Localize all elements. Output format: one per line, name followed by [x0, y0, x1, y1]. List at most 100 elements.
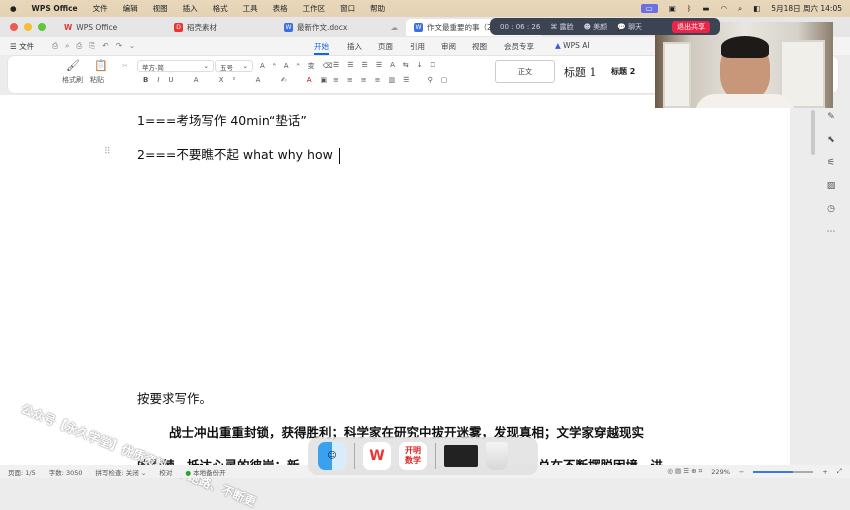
clock[interactable]: 5月18日 周六 14:05	[771, 3, 842, 14]
tab-view[interactable]: 视图	[472, 41, 487, 52]
person-shirt	[695, 94, 795, 108]
zoom-out-button[interactable]: −	[739, 468, 744, 476]
file-menu-button[interactable]: ☰ 文件	[10, 41, 34, 52]
backup-status-icon: ●	[185, 468, 191, 477]
page-count[interactable]: 页面: 1/5	[8, 467, 36, 477]
bluetooth-icon[interactable]: ᛒ	[687, 4, 692, 13]
style-heading1[interactable]: 标题 1	[564, 64, 597, 80]
view-mode-icons[interactable]: ◎ ▤ ☰ ⊕ ⌗	[667, 467, 702, 476]
menu-workspace[interactable]: 工作区	[303, 3, 326, 14]
doc-line-2[interactable]: 2===不要瞧不起 what why how	[137, 144, 341, 164]
select-icon[interactable]: ⬉	[827, 135, 835, 145]
align-icons[interactable]: ≡≡≡≡▥☰ ⚲▢	[333, 76, 455, 84]
chat-button[interactable]: 💬 聊天	[617, 22, 642, 32]
beauty-button[interactable]: ☻ 美颜	[584, 22, 608, 32]
menu-view[interactable]: 视图	[153, 3, 168, 14]
doc-line-3[interactable]: 按要求写作。	[137, 388, 212, 407]
apple-icon[interactable]: ●	[10, 4, 17, 13]
tab-home[interactable]: 开始	[314, 41, 329, 55]
local-backup[interactable]: ● 本地备份开	[185, 467, 225, 477]
drag-handle-icon[interactable]: ⠿	[104, 147, 111, 157]
zoom-level[interactable]: 229%	[711, 468, 730, 476]
history-icon[interactable]: ◷	[827, 204, 835, 214]
close-window-button[interactable]	[10, 23, 18, 31]
format-painter-button[interactable]: 格式刷	[62, 75, 83, 85]
search-icon[interactable]: ⌕	[738, 4, 742, 14]
menu-window[interactable]: 窗口	[340, 3, 355, 14]
person-hair	[721, 36, 769, 58]
exit-share-button[interactable]: 退出共享	[672, 20, 710, 33]
screen-share-icon[interactable]: ▭	[640, 4, 658, 13]
more-icon[interactable]: ⋯	[827, 227, 836, 237]
control-center-icon[interactable]: ◧	[753, 4, 760, 13]
word-doc-icon: W	[284, 22, 293, 32]
tab-latest-essay[interactable]: W 最新作文.docx ☁	[276, 19, 406, 36]
doc-line-1[interactable]: 1===考场写作 40min“垫话”	[137, 110, 307, 129]
menu-tools[interactable]: 工具	[243, 3, 258, 14]
paste-icon: 📋	[94, 59, 108, 72]
docer-icon: D	[174, 22, 183, 32]
menu-help[interactable]: 帮助	[370, 3, 385, 14]
style-heading2[interactable]: 标题 2	[611, 66, 635, 77]
settings-sliders-icon[interactable]: ⚟	[827, 158, 835, 168]
menu-format[interactable]: 格式	[213, 3, 228, 14]
document-page[interactable]: 1===考场写作 40min“垫话” ⠿ 2===不要瞧不起 what why …	[0, 95, 790, 473]
wps-tray-icon[interactable]: ▣	[669, 4, 676, 13]
menu-insert[interactable]: 插入	[183, 3, 198, 14]
word-count[interactable]: 字数: 3050	[49, 467, 83, 477]
font-size-select[interactable]: 五号 ⌄	[215, 60, 253, 72]
zoom-slider[interactable]	[753, 470, 814, 473]
edit-icon[interactable]: ✎	[827, 112, 835, 122]
style-normal[interactable]: 正文	[495, 60, 555, 83]
tab-page[interactable]: 页面	[378, 41, 393, 52]
proofread[interactable]: 校对	[159, 467, 172, 477]
menu-bar: ● WPS Office 文件 编辑 视图 插入 格式 工具 表格 工作区 窗口…	[0, 0, 850, 17]
cloud-icon: ☁	[390, 22, 399, 32]
vertical-scrollbar[interactable]	[811, 110, 815, 155]
minimize-window-button[interactable]	[24, 23, 32, 31]
tab-wps-ai[interactable]: ▲ WPS AI	[555, 41, 590, 50]
battery-icon[interactable]: ▬	[702, 4, 709, 13]
bookshelf	[663, 42, 691, 108]
wps-app-icon[interactable]: W	[363, 442, 391, 470]
tab-review[interactable]: 审阅	[441, 41, 456, 52]
kaiming-math-app-icon[interactable]: 开明 数学	[399, 442, 427, 470]
window-thumbnail-icon[interactable]	[444, 445, 478, 467]
image-icon[interactable]: ▨	[827, 181, 836, 191]
tab-reference[interactable]: 引用	[410, 41, 425, 52]
tab-member[interactable]: 会员专享	[504, 41, 534, 52]
meeting-toolbar: 00 : 06 : 26 ⌘ 露脸 ☻ 美颜 💬 聊天 退出共享	[490, 18, 720, 35]
dock-separator	[354, 443, 355, 469]
wps-logo-icon: W	[64, 22, 73, 32]
font-tools-icons[interactable]: AᴬAᴬ变⌫	[260, 61, 341, 71]
tab-wps-office[interactable]: W WPS Office	[56, 19, 166, 36]
menu-table[interactable]: 表格	[273, 3, 288, 14]
dock: ☺ W 开明 数学	[308, 437, 538, 475]
font-family-select[interactable]: 苹方-简 ⌄	[137, 60, 214, 72]
finder-icon[interactable]: ☺	[318, 442, 346, 470]
spell-check[interactable]: 拼写检查: 关闭 ⌄	[96, 467, 147, 477]
tab-insert[interactable]: 插入	[347, 41, 362, 52]
dock-separator	[435, 443, 436, 469]
tab-docer[interactable]: D 稻壳素材	[166, 19, 276, 36]
menu-file[interactable]: 文件	[93, 3, 108, 14]
format-painter-icon: 🖌	[66, 59, 80, 72]
show-face-button[interactable]: ⌘ 露脸	[550, 22, 573, 32]
app-menu[interactable]: WPS Office	[32, 4, 78, 13]
fullscreen-icon[interactable]: ⤢	[837, 467, 842, 476]
quick-access-icons[interactable]: ⎙⌕⎙⎘↶↷⌄	[52, 41, 142, 51]
menu-edit[interactable]: 编辑	[123, 3, 138, 14]
text-cursor	[338, 147, 341, 164]
right-sidebar: ✎ ⬉ ⚟ ▨ ◷ ⋯	[820, 112, 842, 237]
cut-icon[interactable]: ✂	[122, 62, 128, 70]
text-style-icons[interactable]: BIU A X² A ✍ A▣	[143, 76, 336, 84]
paragraph-icons[interactable]: ☰☰☰☰A⇆↓⎕	[333, 61, 443, 70]
wifi-icon[interactable]: ◠	[720, 4, 727, 13]
document-area: 1===考场写作 40min“垫话” ⠿ 2===不要瞧不起 what why …	[0, 95, 850, 473]
wps-ai-icon: ▲	[555, 41, 561, 50]
zoom-in-button[interactable]: +	[822, 468, 827, 476]
paste-button[interactable]: 粘贴	[90, 75, 104, 85]
meeting-timer: 00 : 06 : 26	[500, 22, 541, 31]
trash-icon[interactable]	[486, 442, 508, 470]
maximize-window-button[interactable]	[38, 23, 46, 31]
